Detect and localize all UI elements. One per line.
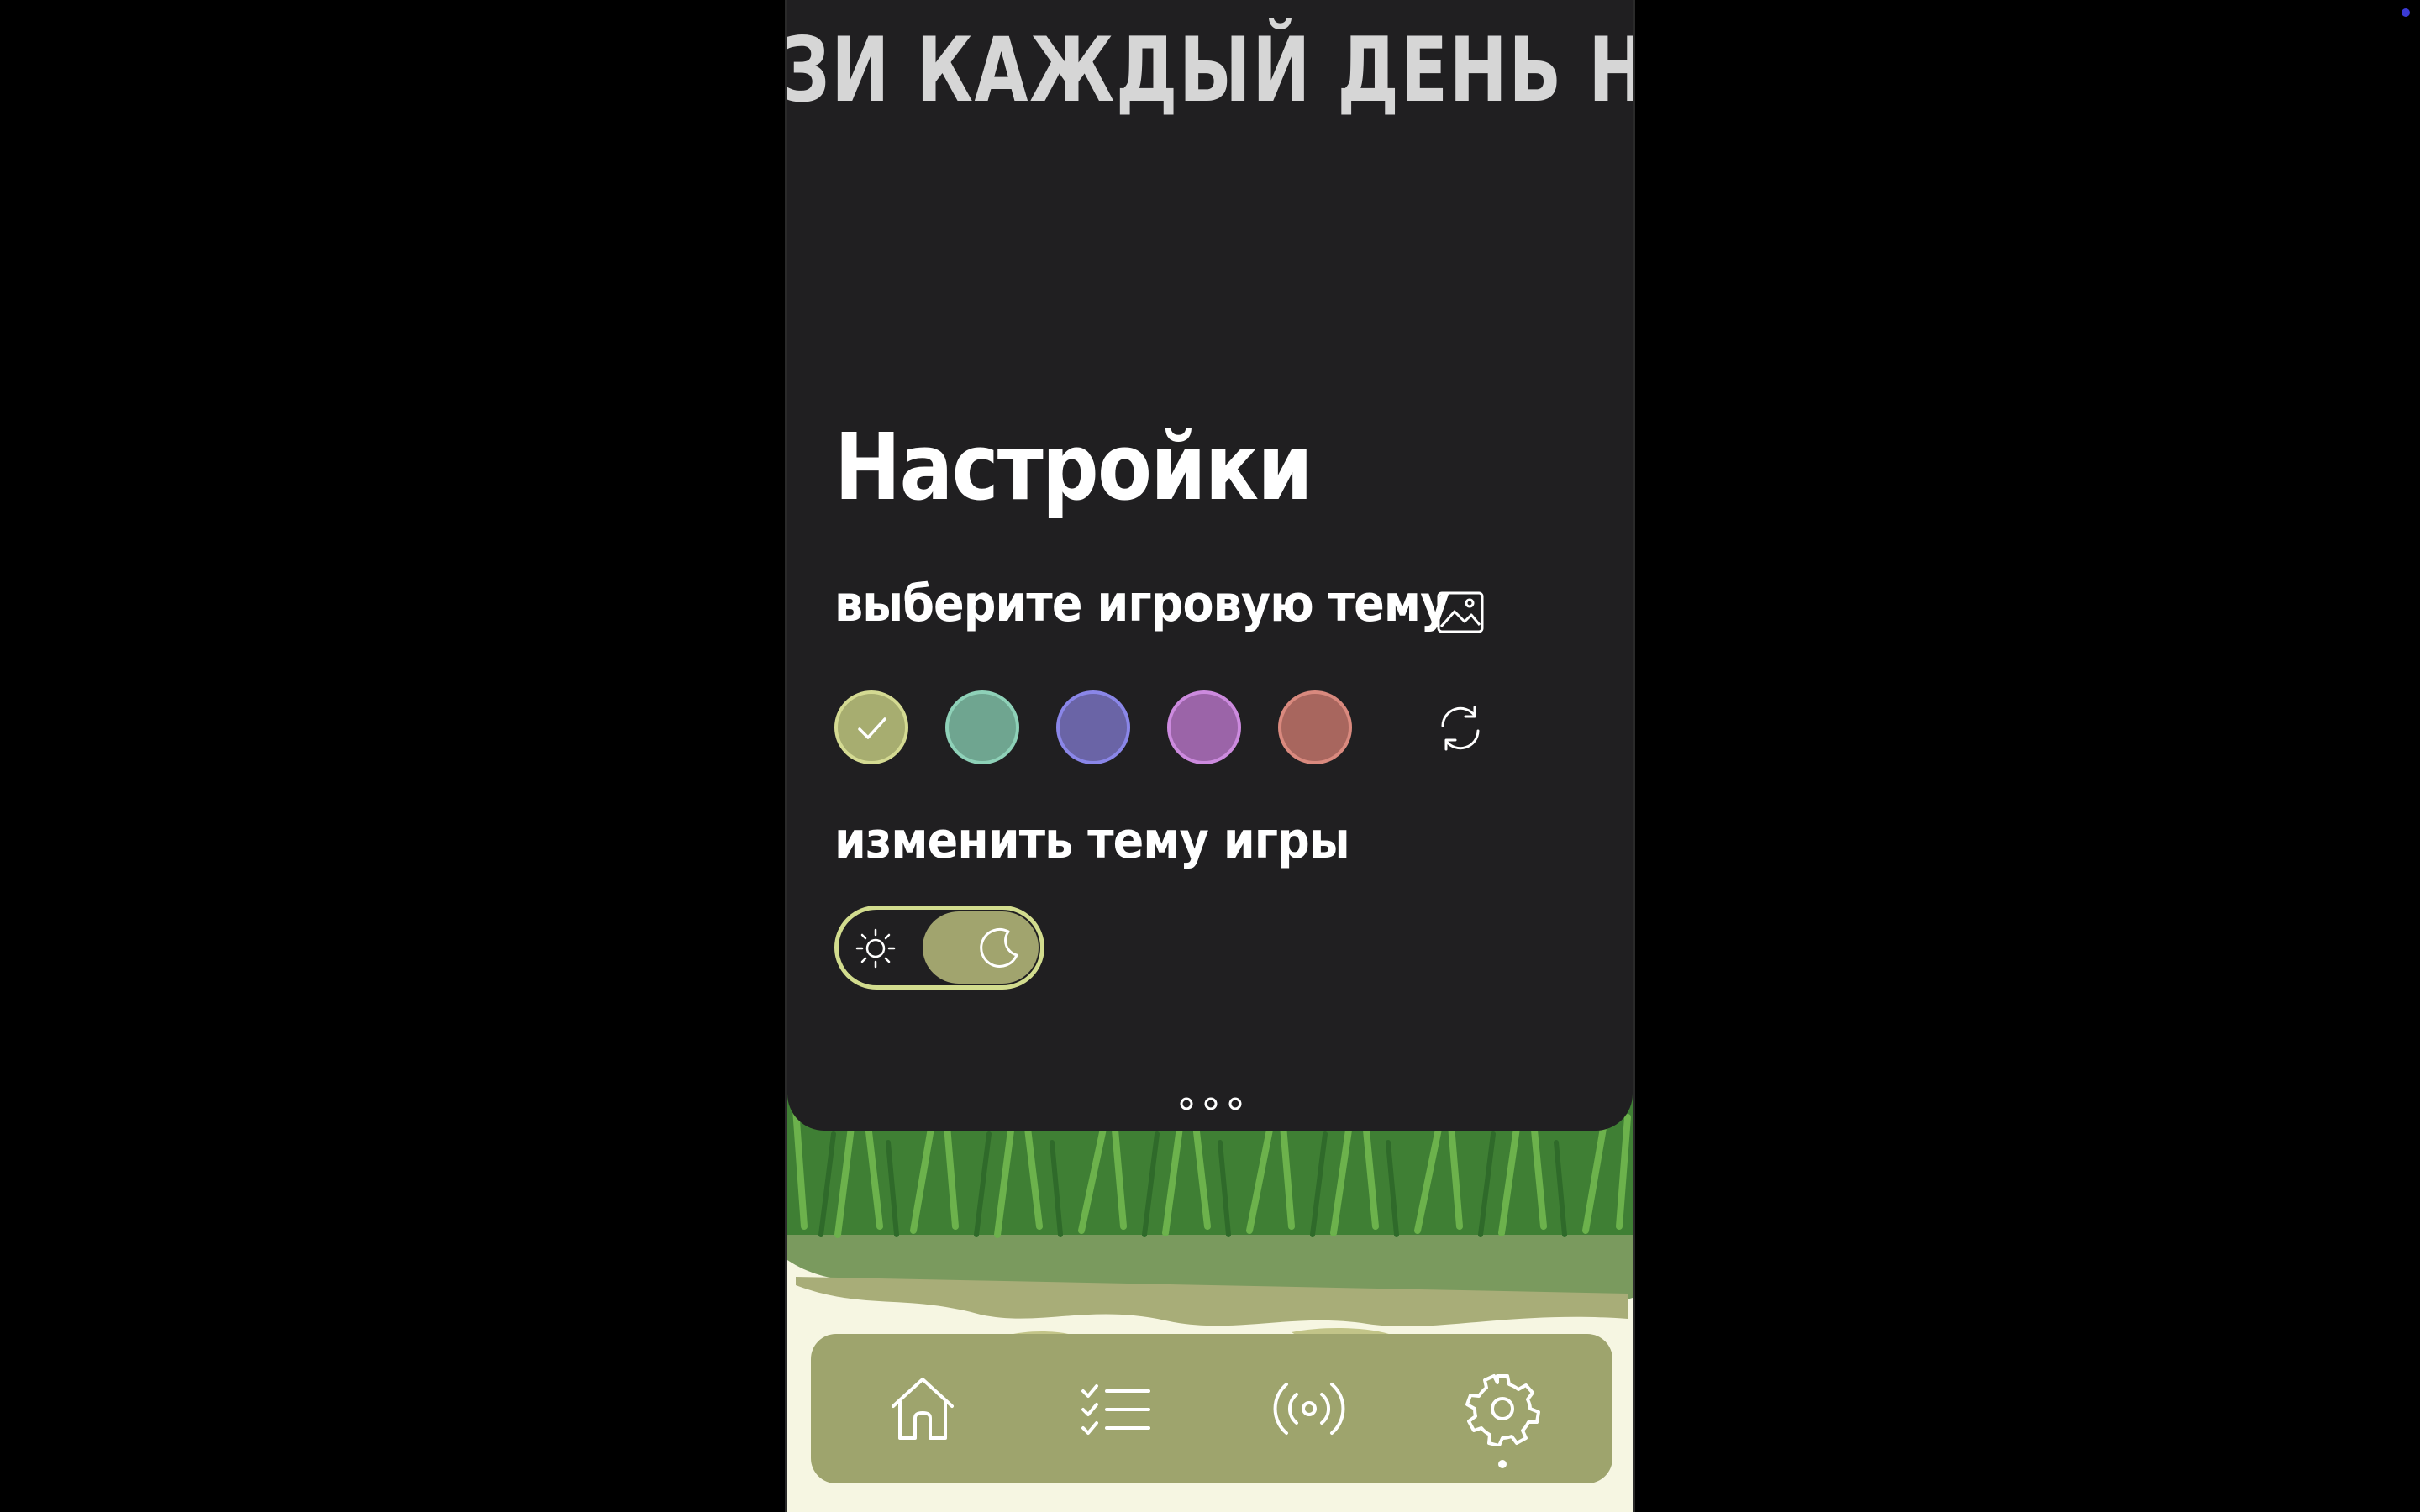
gear-icon[interactable] xyxy=(1465,1371,1540,1446)
active-tab-indicator xyxy=(1498,1460,1507,1468)
indicator-dot xyxy=(2402,8,2410,17)
checkmark-icon xyxy=(858,717,886,739)
mode-toggle-label: изменить тему игры xyxy=(834,811,1350,870)
page-title: Настройки xyxy=(834,413,1313,521)
sun-icon xyxy=(855,928,896,969)
bottom-nav xyxy=(811,1334,1612,1483)
settings-panel: ЗИ КАЖДЫЙ ДЕНЬ НОВЫЕ С Настройки выберит… xyxy=(787,0,1633,1131)
dark-mode-toggle[interactable] xyxy=(834,906,1044,990)
phone-screen: ЗИ КАЖДЫЙ ДЕНЬ НОВЫЕ С Настройки выберит… xyxy=(785,0,1635,1512)
home-icon[interactable] xyxy=(885,1371,960,1446)
theme-swatch-rose[interactable] xyxy=(1278,690,1352,764)
broadcast-icon[interactable] xyxy=(1271,1371,1347,1446)
moon-icon xyxy=(980,927,1018,968)
theme-swatch-purple[interactable] xyxy=(1167,690,1241,764)
image-icon[interactable] xyxy=(1436,590,1485,635)
marquee-banner: ЗИ КАЖДЫЙ ДЕНЬ НОВЫЕ С xyxy=(787,18,1633,122)
theme-swatch-teal[interactable] xyxy=(945,690,1019,764)
theme-swatch-olive[interactable] xyxy=(834,690,908,764)
more-dots-icon[interactable] xyxy=(1176,1095,1245,1112)
checklist-icon[interactable] xyxy=(1078,1371,1154,1446)
refresh-icon[interactable] xyxy=(1433,701,1488,756)
theme-swatch-indigo[interactable] xyxy=(1056,690,1130,764)
theme-select-label: выберите игровую тему xyxy=(834,575,1449,633)
